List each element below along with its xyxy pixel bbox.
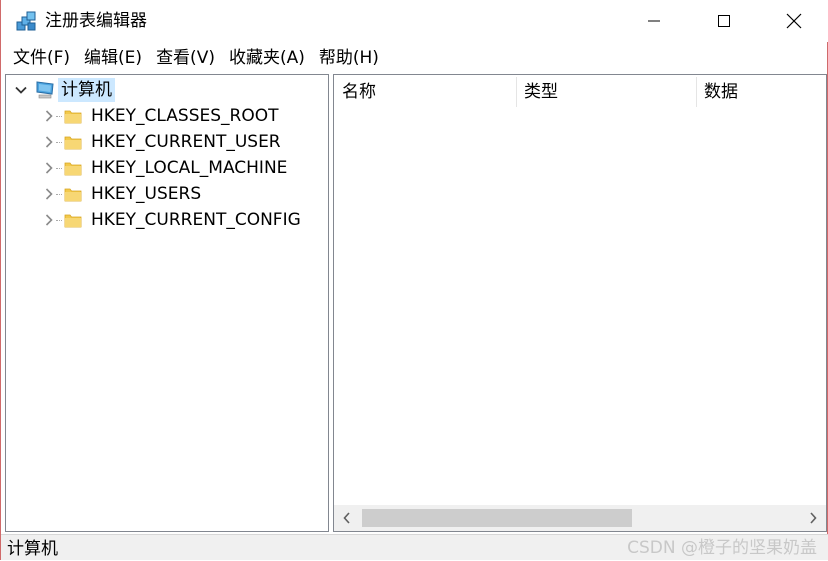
menu-help[interactable]: 帮助(H) — [317, 44, 381, 72]
minimize-icon — [648, 20, 660, 22]
tree-item-hkey-classes-root[interactable]: HKEY_CLASSES_ROOT — [42, 103, 282, 129]
horizontal-scrollbar[interactable] — [334, 505, 826, 531]
tree-item-hkey-current-user[interactable]: HKEY_CURRENT_USER — [42, 129, 284, 155]
tree-label: HKEY_USERS — [91, 184, 202, 204]
scroll-left-button[interactable] — [334, 505, 360, 531]
status-bar: 计算机 CSDN @橙子的坚果奶盖 — [1, 534, 828, 560]
menu-bar: 文件(F) 编辑(E) 查看(V) 收藏夹(A) 帮助(H) — [1, 44, 828, 72]
maximize-icon — [718, 15, 730, 27]
folder-icon — [64, 136, 82, 150]
close-button[interactable] — [759, 0, 828, 42]
tree-label-computer: 计算机 — [58, 78, 115, 102]
chevron-left-icon — [343, 512, 350, 524]
expand-toggle[interactable] — [42, 187, 56, 201]
expand-toggle[interactable] — [42, 109, 56, 123]
tree-label: HKEY_CURRENT_CONFIG — [91, 210, 301, 230]
registry-editor-icon — [16, 11, 36, 31]
window-title: 注册表编辑器 — [45, 11, 147, 31]
folder-icon — [64, 110, 82, 124]
watermark: CSDN @橙子的坚果奶盖 — [627, 538, 817, 558]
column-header-type[interactable]: 类型 — [516, 75, 696, 109]
scroll-thumb[interactable] — [362, 509, 632, 527]
tree-item-hkey-local-machine[interactable]: HKEY_LOCAL_MACHINE — [42, 155, 290, 181]
folder-icon — [64, 162, 82, 176]
column-header-name[interactable]: 名称 — [334, 75, 516, 109]
tree-item-hkey-current-config[interactable]: HKEY_CURRENT_CONFIG — [42, 207, 304, 233]
list-header: 名称 类型 数据 — [334, 75, 826, 109]
regedit-window: 注册表编辑器 文件(F) 编辑(E) 查看(V) 收藏夹(A) 帮助(H) 计算… — [0, 0, 828, 560]
chevron-down-icon — [15, 86, 27, 94]
tree-label: HKEY_LOCAL_MACHINE — [91, 158, 288, 178]
tree-item-computer[interactable]: 计算机 — [14, 77, 115, 103]
chevron-right-icon — [45, 136, 53, 148]
menu-favorites[interactable]: 收藏夹(A) — [227, 44, 307, 72]
expand-toggle[interactable] — [14, 83, 28, 97]
expand-toggle[interactable] — [42, 135, 56, 149]
menu-file[interactable]: 文件(F) — [11, 44, 72, 72]
chevron-right-icon — [45, 162, 53, 174]
maximize-button[interactable] — [689, 0, 759, 42]
title-bar[interactable]: 注册表编辑器 — [1, 0, 828, 42]
expand-toggle[interactable] — [42, 161, 56, 175]
chevron-right-icon — [45, 110, 53, 122]
tree-label: HKEY_CURRENT_USER — [91, 132, 281, 152]
minimize-button[interactable] — [619, 0, 689, 42]
tree-item-hkey-users[interactable]: HKEY_USERS — [42, 181, 204, 207]
folder-icon — [64, 188, 82, 202]
folder-icon — [64, 214, 82, 228]
registry-tree[interactable]: 计算机 HKEY_CLASSES_ROOT HKEY_CURRENT_USER … — [5, 74, 329, 532]
close-icon — [786, 13, 802, 29]
scroll-right-button[interactable] — [800, 505, 826, 531]
menu-edit[interactable]: 编辑(E) — [82, 44, 144, 72]
tree-label: HKEY_CLASSES_ROOT — [91, 106, 279, 126]
chevron-right-icon — [810, 512, 817, 524]
expand-toggle[interactable] — [42, 213, 56, 227]
status-path: 计算机 — [7, 539, 58, 559]
menu-view[interactable]: 查看(V) — [154, 44, 217, 72]
chevron-right-icon — [45, 188, 53, 200]
column-header-data[interactable]: 数据 — [696, 75, 826, 109]
value-list[interactable]: 名称 类型 数据 — [333, 74, 827, 532]
computer-icon — [36, 81, 54, 99]
chevron-right-icon — [45, 214, 53, 226]
